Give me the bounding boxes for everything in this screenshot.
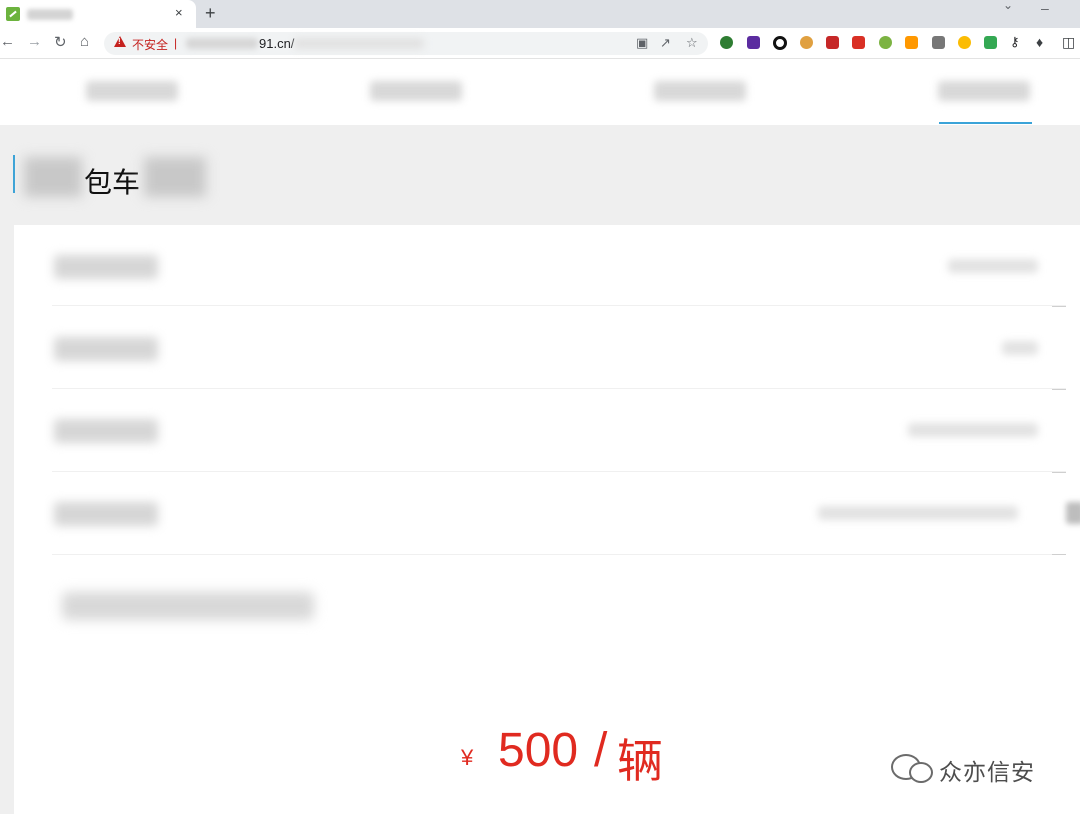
page-header: 包车 <box>0 125 1080 225</box>
row-label-blurred <box>54 337 158 361</box>
row-value-blurred <box>908 423 1038 437</box>
title-blurred-prefix <box>24 157 82 197</box>
form-row-2[interactable] <box>52 307 1052 389</box>
form-row-1[interactable] <box>52 225 1052 307</box>
url-domain-blurred <box>186 38 258 49</box>
security-label[interactable]: 不安全 <box>132 36 168 53</box>
reload-icon[interactable]: ↻ <box>54 33 67 51</box>
tab-close-button[interactable]: × <box>175 5 183 20</box>
row-divider <box>52 305 1066 306</box>
extension-ip-icon[interactable] <box>905 36 918 49</box>
nav-tab-2[interactable] <box>370 81 462 101</box>
site-favicon-icon <box>6 7 20 21</box>
browser-toolbar: ← → ↻ ⌂ 不安全 | 91.cn/ ▣ ↗ ☆ ⚷ ♦ ◫ <box>0 28 1080 59</box>
star-icon[interactable]: ☆ <box>686 35 698 51</box>
back-icon[interactable]: ← <box>0 33 15 50</box>
tab-search-chevron-icon[interactable]: ⌄ <box>1003 0 1013 12</box>
form-note-blurred <box>62 592 314 620</box>
url-separator: | <box>174 36 178 50</box>
url-text[interactable]: 91.cn/ <box>259 36 294 51</box>
form-row-3[interactable] <box>52 389 1052 471</box>
row-thumbnail-icon[interactable] <box>1066 502 1080 524</box>
tab-title-blurred <box>27 9 73 20</box>
not-secure-warning-icon[interactable] <box>114 36 126 47</box>
extension-ring-icon[interactable] <box>773 36 787 50</box>
sidebar-icon[interactable]: ◫ <box>1062 34 1075 51</box>
row-label-blurred <box>54 255 158 279</box>
wechat-logo-icon-secondary <box>909 762 933 783</box>
row-edge-tick <box>1052 306 1066 307</box>
row-label-blurred <box>54 419 158 443</box>
title-accent-bar <box>13 155 15 193</box>
left-margin-strip <box>0 225 14 814</box>
row-divider <box>52 554 1066 555</box>
row-value-blurred <box>948 259 1038 273</box>
puzzle-icon[interactable]: ♦ <box>1036 34 1043 50</box>
extension-flower-icon[interactable] <box>958 36 971 49</box>
extension-red-square-icon[interactable] <box>826 36 839 49</box>
browser-tab[interactable]: × <box>0 0 196 28</box>
extension-robot-icon[interactable] <box>932 36 945 49</box>
extension-fe-icon[interactable] <box>852 36 865 49</box>
extension-leaf-icon[interactable] <box>879 36 892 49</box>
form-row-4[interactable] <box>52 472 1080 554</box>
nav-tab-1[interactable] <box>86 81 178 101</box>
price-currency-symbol: ¥ <box>461 745 474 770</box>
title-blurred-suffix <box>144 157 206 197</box>
wechat-watermark: 众亦信安 <box>887 748 1057 785</box>
extension-edit-icon[interactable] <box>984 36 997 49</box>
window-minimize-button[interactable]: – <box>1041 0 1049 16</box>
forward-icon[interactable]: → <box>27 33 42 50</box>
extension-cookie-icon[interactable] <box>800 36 813 49</box>
nav-tab-4-active[interactable] <box>938 81 1030 101</box>
row-edge-tick <box>1052 472 1066 473</box>
nav-tab-3[interactable] <box>654 81 746 101</box>
address-bar[interactable]: 不安全 | 91.cn/ ▣ ↗ ☆ <box>104 32 708 55</box>
watermark-text: 众亦信安 <box>939 759 1035 785</box>
key-icon[interactable]: ⚷ <box>1010 34 1020 50</box>
row-label-blurred <box>54 502 158 526</box>
price-amount: 500 <box>498 724 579 777</box>
row-edge-tick <box>1052 389 1066 390</box>
new-tab-button[interactable]: + <box>205 3 216 24</box>
active-tab-indicator <box>939 122 1032 124</box>
home-icon[interactable]: ⌂ <box>80 33 89 50</box>
row-value-blurred <box>1002 341 1038 355</box>
row-value-blurred <box>818 506 1018 520</box>
translate-icon[interactable]: ▣ <box>636 35 648 51</box>
share-icon[interactable]: ↗ <box>660 35 671 51</box>
tab-strip: × + ⌄ – <box>0 0 1080 28</box>
page-nav-tabs <box>0 59 1080 125</box>
url-path-blurred <box>294 38 424 49</box>
page-title: 包车 <box>84 167 141 198</box>
row-edge-tick <box>1052 554 1066 555</box>
extension-purple-icon[interactable] <box>747 36 760 49</box>
price-unit: 辆 <box>617 735 663 787</box>
extension-green-icon[interactable] <box>720 36 733 49</box>
price-slash: / <box>594 724 608 777</box>
